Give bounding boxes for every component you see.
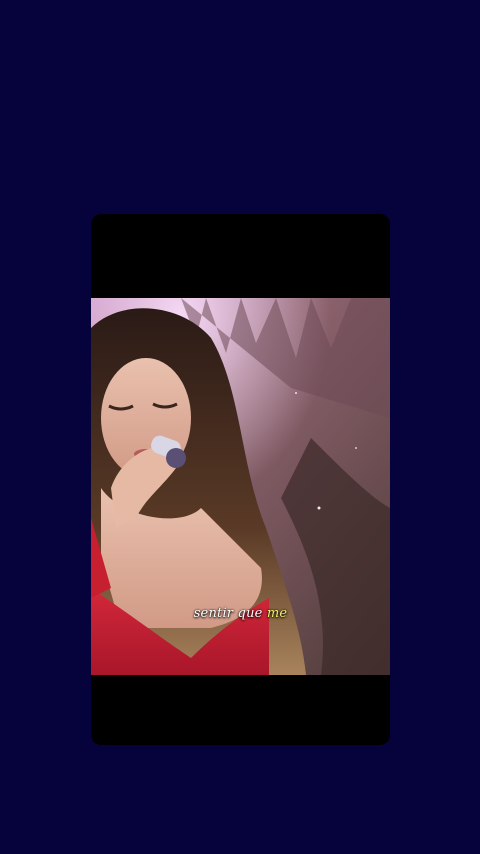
lyric-caption: sentir que me: [91, 606, 390, 621]
video-frame[interactable]: sentir que me: [91, 298, 390, 675]
lyric-text: sentir que: [193, 606, 263, 621]
lyric-highlight-word: me: [266, 606, 288, 621]
video-card[interactable]: sentir que me: [91, 214, 390, 745]
